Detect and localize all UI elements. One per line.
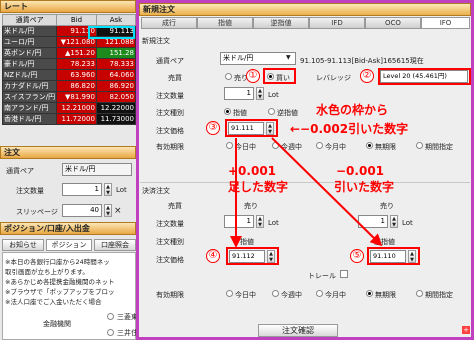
arrow-to-5 [271,137,383,247]
annotation-arrows [230,137,383,248]
